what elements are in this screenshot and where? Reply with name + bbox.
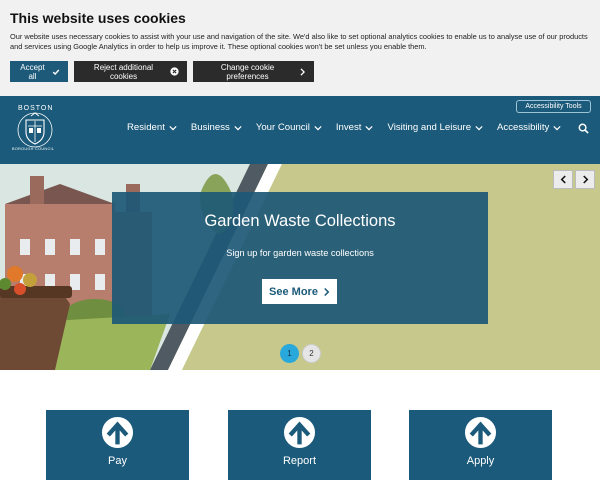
tile-label: Pay	[108, 455, 127, 467]
slide-subtitle: Sign up for garden waste collections	[226, 248, 374, 258]
chevron-down-icon	[365, 125, 374, 130]
accept-all-label: Accept all	[20, 62, 45, 81]
site-header: BOSTON BOROUGH COUNCIL Accessibility Too…	[0, 96, 600, 164]
nav-item-visiting-and-leisure[interactable]: Visiting and Leisure	[387, 122, 483, 133]
change-cookie-preferences-button[interactable]: Change cookie preferences	[193, 61, 314, 82]
close-circle-icon	[170, 67, 179, 76]
arrow-up-circle-icon	[283, 416, 316, 449]
check-icon	[52, 69, 60, 75]
tile-label: Report	[282, 455, 317, 467]
reject-label: Reject additional cookies	[93, 62, 154, 81]
cookie-banner-title: This website uses cookies	[10, 10, 186, 26]
slide-title: Garden Waste Collections	[204, 212, 396, 230]
arrow-up-circle-icon	[101, 416, 134, 449]
arrow-up-circle-icon	[464, 416, 497, 449]
chevron-right-icon	[324, 287, 330, 296]
carousel-dot-1[interactable]: 1	[280, 344, 299, 363]
apply-tile[interactable]: Apply	[409, 410, 552, 480]
nav-label: Your Council	[255, 122, 310, 133]
change-label: Change cookie preferences	[220, 62, 275, 81]
nav-item-accessibility[interactable]: Accessibility	[497, 122, 561, 133]
nav-label: Visiting and Leisure	[387, 122, 472, 133]
carousel-next-button[interactable]	[575, 170, 595, 189]
nav-item-business[interactable]: Business	[191, 122, 242, 133]
council-logo[interactable]: BOSTON BOROUGH COUNCIL	[12, 104, 58, 156]
nav-item-invest[interactable]: Invest	[336, 122, 374, 133]
nav-label: Resident	[127, 122, 165, 133]
main-nav: Resident Business Your Council Invest Vi…	[127, 122, 561, 133]
accessibility-tools-button[interactable]: Accessibility Tools	[516, 100, 591, 113]
nav-item-resident[interactable]: Resident	[127, 122, 177, 133]
reject-additional-cookies-button[interactable]: Reject additional cookies	[74, 61, 187, 82]
nav-label: Accessibility	[497, 122, 550, 133]
cookie-buttons: Accept all Reject additional cookies Cha…	[10, 61, 314, 82]
nav-label: Invest	[335, 122, 362, 133]
carousel-dot-2[interactable]: 2	[302, 344, 321, 363]
chevron-down-icon	[169, 125, 177, 130]
chevron-down-icon	[234, 125, 242, 130]
pay-tile[interactable]: Pay	[46, 410, 189, 480]
see-more-button[interactable]: See More	[262, 279, 337, 304]
carousel-prev-button[interactable]	[553, 170, 573, 189]
cookie-banner: This website uses cookies Our website us…	[0, 0, 600, 96]
chevron-right-icon	[582, 175, 588, 184]
chevron-left-icon	[560, 175, 566, 184]
hero-carousel: Garden Waste Collections Sign up for gar…	[0, 164, 600, 370]
chevron-down-icon	[475, 125, 483, 130]
report-tile[interactable]: Report	[228, 410, 371, 480]
slide-panel: Garden Waste Collections Sign up for gar…	[112, 192, 488, 324]
accept-all-button[interactable]: Accept all	[10, 61, 68, 82]
see-more-label: See More	[269, 285, 318, 298]
cookie-banner-text: Our website uses necessary cookies to as…	[10, 32, 588, 51]
tile-label: Apply	[466, 455, 495, 467]
nav-label: Business	[190, 122, 230, 133]
search-icon[interactable]	[578, 123, 589, 134]
chevron-down-icon	[553, 125, 561, 130]
nav-item-your-council[interactable]: Your Council	[256, 122, 322, 133]
chevron-down-icon	[314, 125, 322, 130]
chevron-right-icon	[300, 67, 306, 76]
logo-text-bottom: BOROUGH COUNCIL	[12, 147, 55, 151]
